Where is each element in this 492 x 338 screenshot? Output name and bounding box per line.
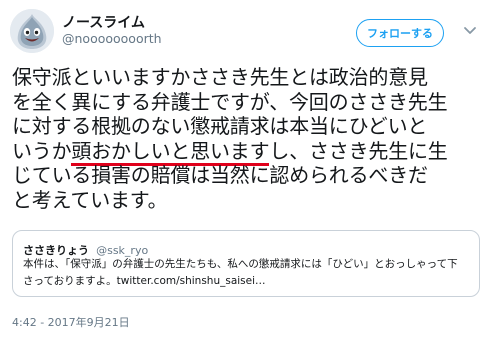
tweet-text-line: を全く異にする弁護士ですが、今回のささき先生 — [12, 90, 486, 115]
tweet-text-segment: と考えています。 — [12, 187, 168, 212]
tweet-text-segment: じている損害の賠償は当然に認められるべきだ — [12, 163, 428, 188]
tweet-text-line: じている損害の賠償は当然に認められるべきだ — [12, 163, 486, 188]
quoted-tweet-line: 本件は、「保守派」の弁護士の先生たちも、私への懲戒請求には「ひどい」とおっしゃっ… — [23, 258, 458, 270]
tweet-text: 保守派といいますかささき先生とは政治的意見 を全く異にする弁護士ですが、今回のささ… — [12, 65, 486, 213]
tweet-text-segment: いうか — [12, 138, 72, 163]
tweet-text-line: に対する根拠のない懲戒請求は本当にひどいと — [12, 114, 486, 139]
quoted-tweet-body: 本件は、「保守派」の弁護士の先生たちも、私への懲戒請求には「ひどい」とおっしゃっ… — [23, 256, 471, 290]
avatar[interactable] — [10, 9, 54, 53]
tweet-text-line: いうか頭おかしいと思いますし、ささき先生に生 — [12, 138, 486, 166]
tweet-text-segment: 保守派といいますかささき先生とは政治的意見 — [12, 65, 428, 89]
tweet-timestamp[interactable]: 4:42 - 2017年9月21日 — [12, 314, 130, 330]
underlined-phrase: 頭おかしいと思います — [71, 138, 270, 166]
author-display-name[interactable]: ノースライム — [62, 12, 145, 32]
follow-button[interactable]: フォローする — [356, 19, 444, 47]
tweet-text-line: 保守派といいますかささき先生とは政治的意見 — [12, 65, 486, 90]
chevron-down-icon[interactable] — [463, 23, 477, 37]
slime-avatar-icon — [10, 9, 54, 53]
quoted-tweet-line: さっておりますよ。twitter.com/shinshu_saisei… — [23, 275, 266, 287]
tweet-text-segment: し、ささき先生に生 — [269, 138, 448, 163]
tweet-text-segment: に対する根拠のない懲戒請求は本当にひどいと — [12, 114, 428, 139]
tweet-text-segment: を全く異にする弁護士ですが、今回のささき先生 — [12, 89, 448, 114]
tweet-text-line: と考えています。 — [12, 188, 486, 213]
quoted-tweet-card[interactable]: ささきりょう @ssk_ryo 本件は、「保守派」の弁護士の先生たちも、私への懲… — [12, 230, 480, 297]
author-handle[interactable]: @noooooooorth — [62, 31, 162, 46]
